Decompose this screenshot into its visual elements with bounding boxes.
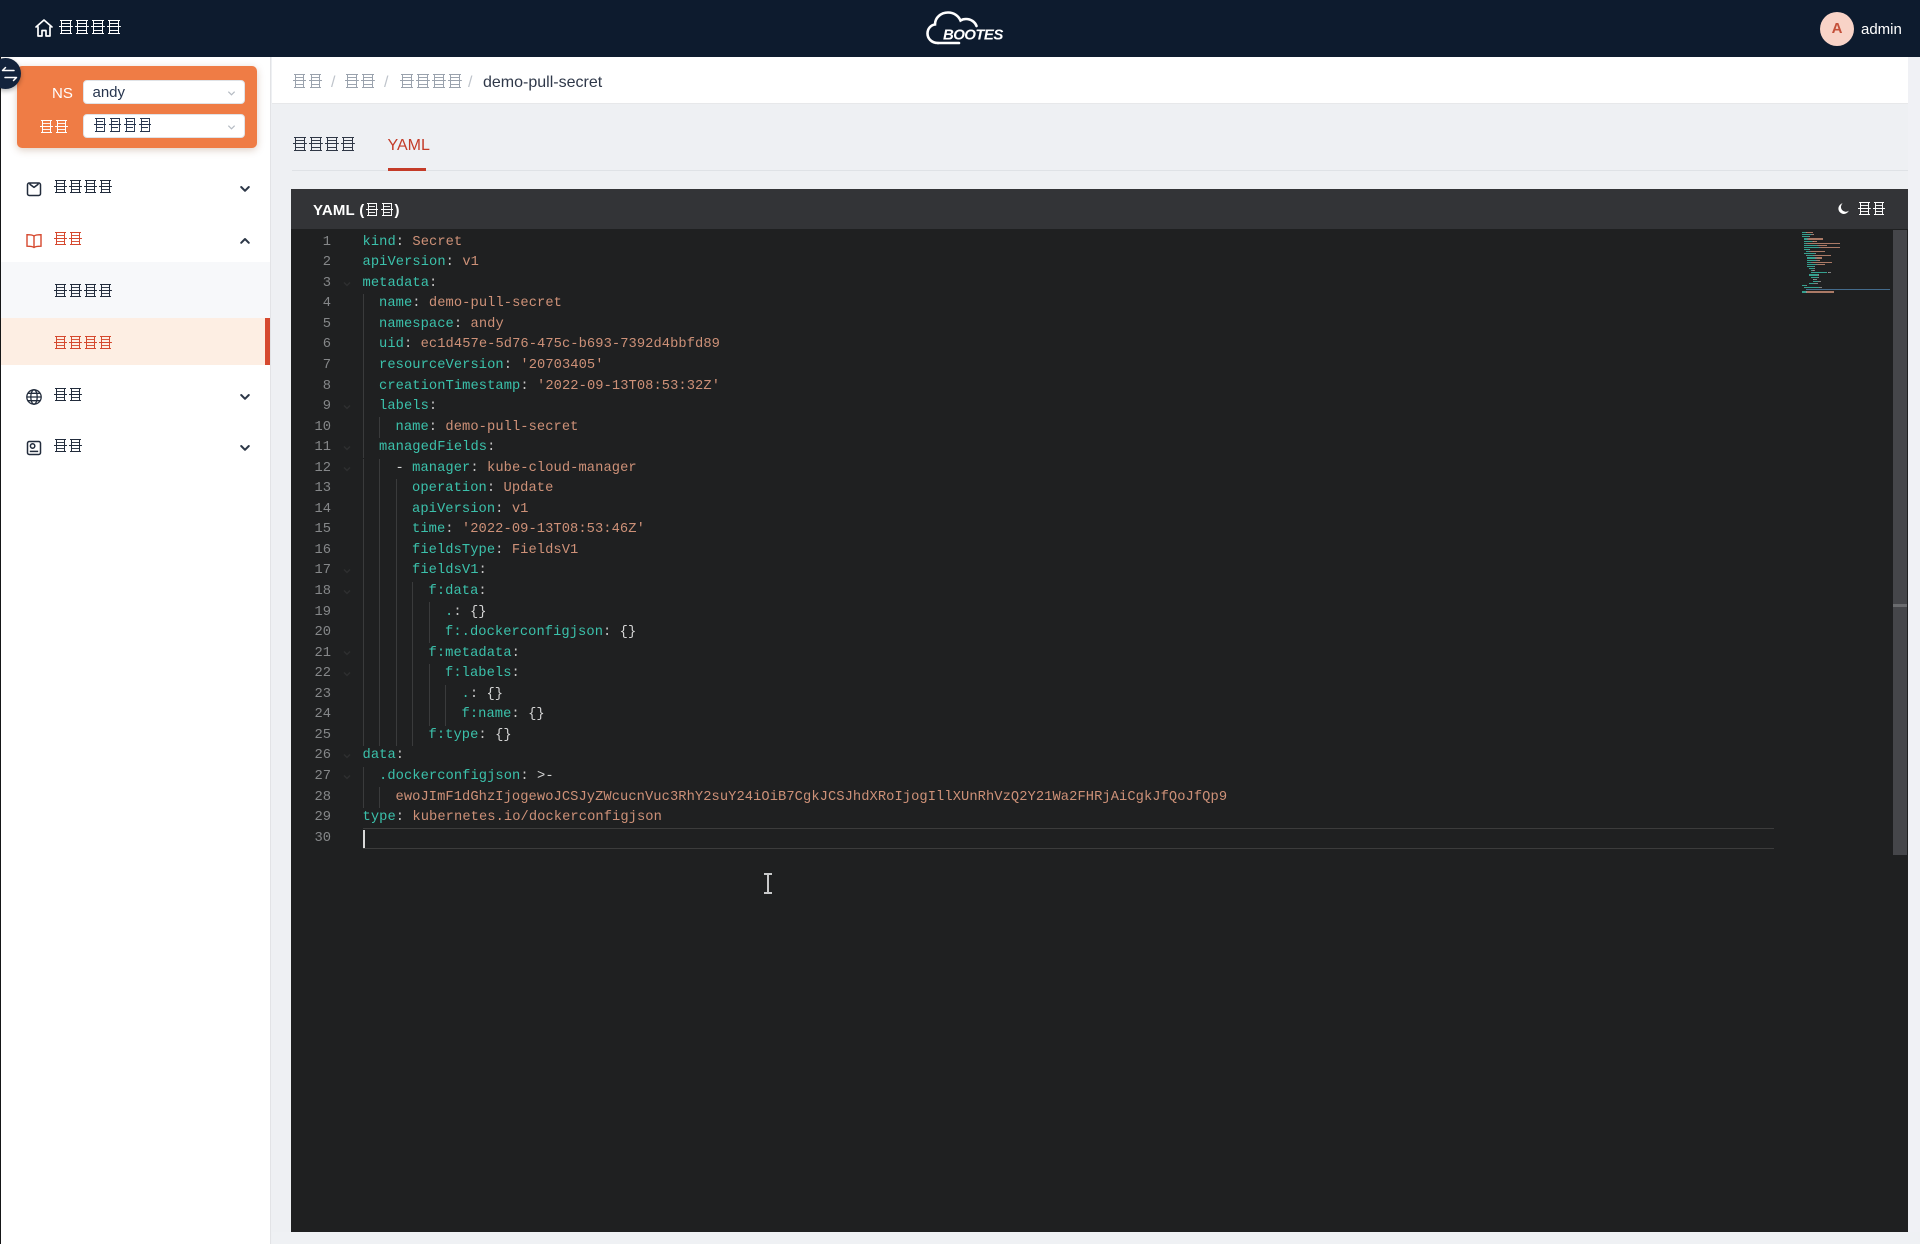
svg-text:BOOTES: BOOTES: [943, 27, 1003, 44]
